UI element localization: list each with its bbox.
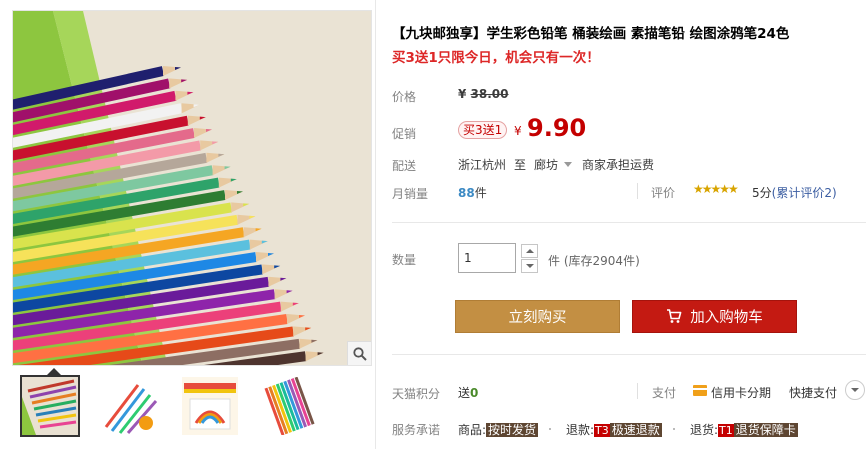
- buy-now-label: 立刻购买: [508, 310, 567, 326]
- quantity-input[interactable]: 1: [458, 243, 516, 273]
- cart-icon: [667, 309, 682, 323]
- chevron-down-icon: [525, 264, 534, 268]
- promo-label: 促销: [392, 127, 417, 141]
- review-score: 5分(累计评价2): [752, 184, 837, 201]
- ship-from: 浙江杭州: [458, 158, 507, 172]
- promo-currency: ¥: [514, 124, 522, 138]
- service-goods-tag: 按时发货: [486, 423, 539, 437]
- service-dot-separator: [673, 428, 675, 430]
- service-return-tag: 退货保障卡: [733, 423, 798, 437]
- thumbnail-3-image: [182, 377, 238, 435]
- buy-now-button[interactable]: 立刻购买: [455, 300, 620, 333]
- add-to-cart-button[interactable]: 加入购物车: [632, 300, 797, 333]
- monthly-sales: 88件: [458, 184, 487, 201]
- points-label: 天猫积分: [392, 387, 441, 401]
- review-score-value: 5分: [752, 186, 772, 200]
- points-value: 0: [470, 386, 479, 400]
- stock-count: (库存2904件): [563, 254, 640, 268]
- service-goods[interactable]: 商品: 按时发货: [458, 421, 539, 438]
- chevron-up-icon: [525, 249, 534, 253]
- shipping-label: 配送: [392, 159, 417, 173]
- quantity-decrease-button[interactable]: [521, 259, 538, 273]
- rating-stars-icon: ★★★★★: [693, 182, 739, 196]
- stats-separator: [637, 183, 638, 199]
- thumb-selected-pointer: [47, 368, 61, 375]
- service-return-label: 退货:: [690, 423, 719, 437]
- tmall-points: 送0: [458, 384, 478, 401]
- service-label: 服务承诺: [392, 423, 441, 437]
- installment-link[interactable]: 信用卡分期: [711, 384, 771, 401]
- thumbnail-3[interactable]: [180, 375, 240, 437]
- thumbnail-2[interactable]: [100, 375, 160, 437]
- product-subtitle: 买3送1只限今日，机会只有一次！: [392, 50, 600, 66]
- zoom-button[interactable]: [347, 341, 371, 365]
- main-product-image[interactable]: [12, 10, 372, 366]
- sales-count: 88: [458, 186, 475, 200]
- payment-label: 支付: [652, 386, 677, 400]
- service-refund-label: 退款:: [566, 423, 595, 437]
- promo-tag: 买3送1: [458, 121, 508, 139]
- sales-unit: 件: [474, 186, 487, 200]
- quantity-label: 数量: [392, 253, 417, 267]
- payment-separator: [637, 383, 638, 399]
- promo-price: 9.90: [527, 114, 587, 142]
- quantity-unit: 件: [548, 254, 561, 268]
- section-divider-2: [392, 354, 866, 355]
- quantity-increase-button[interactable]: [521, 244, 538, 258]
- ship-fee: 商家承担运费: [582, 158, 655, 172]
- chevron-down-icon: [851, 388, 859, 392]
- price-currency: ¥: [458, 87, 467, 101]
- credit-card-icon: [693, 385, 707, 396]
- shipping-info: 浙江杭州 至 廊坊 商家承担运费: [458, 156, 662, 173]
- thumbnail-1[interactable]: [20, 375, 80, 437]
- stock-info: 件 (库存2904件): [548, 252, 640, 269]
- ship-to-word: 至: [514, 158, 527, 172]
- service-return-code: T1: [718, 424, 734, 437]
- service-goods-label: 商品:: [458, 423, 487, 437]
- thumbnail-4[interactable]: [260, 375, 320, 437]
- thumbnail-2-image: [102, 377, 158, 435]
- review-count-link[interactable]: (累计评价2): [772, 186, 837, 200]
- thumbnail-1-image: [22, 377, 78, 435]
- add-to-cart-label: 加入购物车: [690, 310, 763, 326]
- original-price-value: 38.00: [470, 87, 509, 101]
- service-refund-tag: 极速退款: [609, 423, 662, 437]
- price-label: 价格: [392, 90, 417, 104]
- gallery-divider: [375, 0, 376, 449]
- section-divider: [392, 222, 866, 223]
- payment-dropdown-button[interactable]: [845, 380, 865, 400]
- review-label: 评价: [651, 186, 676, 200]
- service-refund[interactable]: 退款:T3 极速退款: [566, 421, 662, 438]
- destination-dropdown-icon[interactable]: [564, 162, 573, 167]
- quick-pay-link[interactable]: 快捷支付: [789, 384, 837, 401]
- sales-label: 月销量: [392, 187, 429, 201]
- product-title: 【九块邮独享】学生彩色铅笔 桶装绘画 素描笔铅 绘图涂鸦笔24色: [392, 26, 790, 42]
- thumbnail-4-image: [262, 377, 318, 435]
- service-refund-code: T3: [594, 424, 610, 437]
- original-price: ¥ 38.00: [458, 87, 509, 101]
- product-page: 【九块邮独享】学生彩色铅笔 桶装绘画 素描笔铅 绘图涂鸦笔24色 买3送1只限今…: [0, 0, 866, 449]
- thumbnail-strip: [20, 375, 320, 437]
- points-prefix: 送: [458, 386, 471, 400]
- service-return[interactable]: 退货:T1 退货保障卡: [690, 421, 798, 438]
- magnifier-icon: [352, 346, 367, 361]
- ship-destination[interactable]: 廊坊: [534, 156, 558, 173]
- pencils-illustration: [13, 11, 371, 365]
- service-dot-separator: [549, 428, 551, 430]
